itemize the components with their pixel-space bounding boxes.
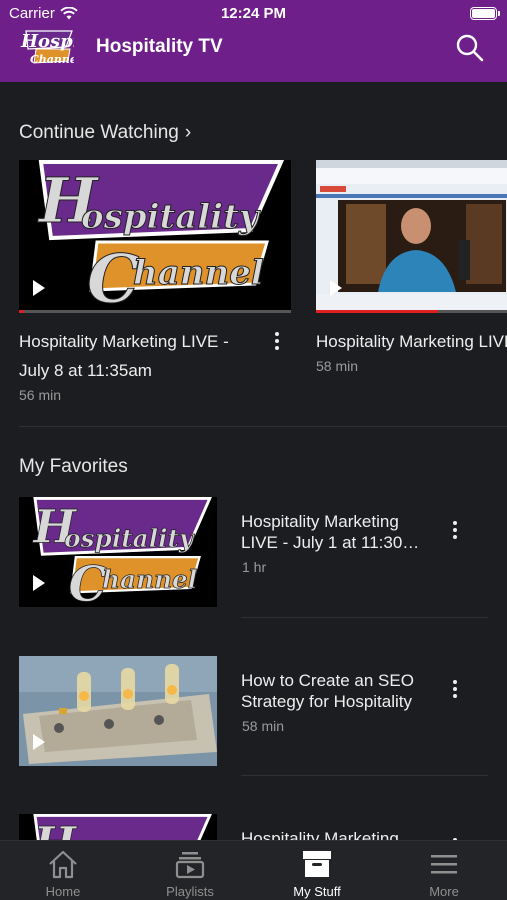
video-title[interactable]: Hospitality Marketing LIVE - July 8 at 1…	[19, 327, 259, 385]
row-divider	[241, 775, 488, 776]
webinar-thumbnail	[316, 160, 507, 310]
chevron-right-icon: ›	[184, 122, 192, 143]
video-title[interactable]: Hospitality Marketing LIVE - July 1 at 1…	[241, 511, 431, 553]
tab-playlists[interactable]: Playlists	[127, 841, 253, 900]
app-header: Carrier 12:24 PM Hospitality Channel Hos…	[0, 0, 507, 82]
tab-label: Home	[45, 884, 81, 899]
status-time: 12:24 PM	[220, 5, 287, 22]
video-thumbnail[interactable]	[19, 497, 217, 607]
status-bar: Carrier 12:24 PM	[0, 5, 507, 25]
more-options-icon[interactable]	[269, 330, 285, 354]
list-item[interactable]: Hospitality Marketing LIVE - July 1 at 1…	[0, 497, 507, 609]
continue-watching-card[interactable]: Hospitality Marketing LIVE - July 8 at 1…	[19, 160, 291, 403]
tab-label: My Stuff	[293, 884, 341, 899]
playlists-icon	[175, 852, 205, 879]
tab-label: Playlists	[166, 884, 214, 899]
logo-text-2: Channel	[30, 53, 74, 66]
tab-my-stuff[interactable]: My Stuff	[254, 841, 380, 900]
hospitality-channel-thumbnail	[19, 160, 291, 310]
tab-label: More	[429, 884, 459, 899]
list-item[interactable]: Hospitality Marketing	[0, 814, 507, 840]
video-duration: 58 min	[316, 358, 359, 374]
continue-watching-label: Continue Watching	[19, 122, 179, 143]
row-divider	[241, 617, 488, 618]
play-icon	[33, 734, 45, 750]
tab-more[interactable]: More	[381, 841, 507, 900]
tab-home[interactable]: Home	[0, 841, 126, 900]
app-title: Hospitality TV	[96, 36, 223, 57]
logo-text-1: Hospitality	[20, 31, 74, 52]
channel-logo: Hospitality Channel	[20, 30, 74, 66]
broadcast-equipment-thumbnail	[19, 656, 217, 766]
main-content: Continue Watching › Hospitality Marketing…	[0, 82, 507, 840]
continue-watching-heading[interactable]: Continue Watching ›	[19, 122, 191, 144]
tab-bar: Home Playlists My Stuff More	[0, 840, 507, 900]
video-thumbnail[interactable]	[19, 656, 217, 766]
more-options-icon[interactable]	[447, 519, 463, 543]
video-thumbnail[interactable]	[19, 814, 217, 840]
video-thumbnail[interactable]	[316, 160, 507, 313]
continue-watching-card[interactable]: Hospitality Marketing LIVE - What does I…	[316, 160, 507, 374]
play-icon	[33, 575, 45, 591]
video-title[interactable]: Hospitality Marketing LIVE - What does I…	[316, 327, 507, 356]
video-duration: 1 hr	[242, 559, 267, 575]
watch-progress	[316, 310, 507, 313]
play-icon	[330, 280, 342, 296]
list-item[interactable]: How to Create an SEO Strategy for Hospit…	[0, 656, 507, 768]
search-icon[interactable]	[455, 33, 485, 63]
video-title[interactable]: How to Create an SEO Strategy for Hospit…	[241, 670, 431, 712]
more-options-icon[interactable]	[447, 678, 463, 702]
home-icon	[49, 850, 77, 879]
video-thumbnail[interactable]	[19, 160, 291, 313]
battery-icon	[470, 7, 500, 20]
section-divider	[19, 426, 507, 427]
menu-icon	[431, 855, 457, 874]
video-duration: 56 min	[19, 387, 62, 403]
hospitality-channel-thumbnail	[19, 814, 217, 840]
play-icon	[33, 280, 45, 296]
hospitality-channel-thumbnail	[19, 497, 217, 607]
video-title[interactable]: Hospitality Marketing	[241, 828, 431, 840]
my-favorites-heading: My Favorites	[19, 456, 128, 477]
video-duration: 58 min	[242, 718, 285, 734]
watch-progress	[19, 310, 291, 313]
my-stuff-icon	[303, 851, 331, 877]
